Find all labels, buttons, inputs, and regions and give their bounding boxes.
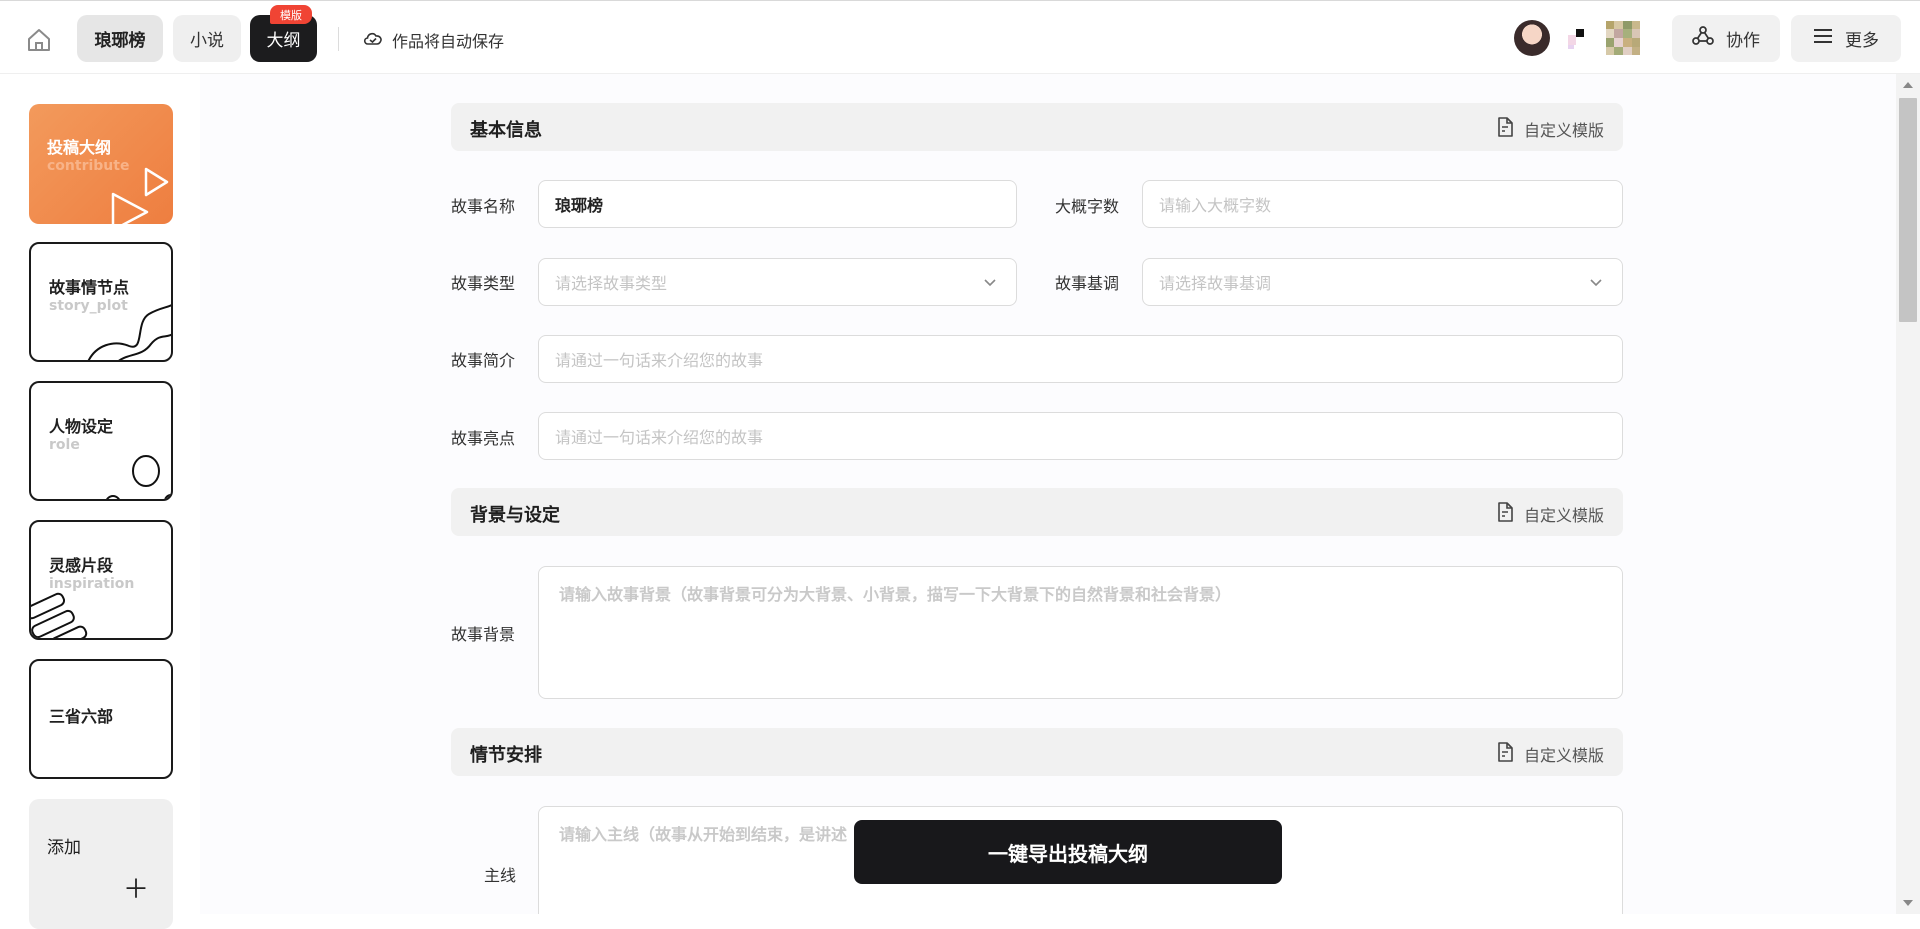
input-placeholder: 请输入大概字数	[1159, 196, 1272, 215]
field-label: 故事类型	[451, 274, 516, 293]
more-label: 更多	[1845, 31, 1879, 51]
sidebar-item-role[interactable]: 人物设定 role	[29, 381, 173, 501]
background-textarea[interactable]: 请输入故事背景（故事背景可分为大背景、小背景，描写一下大背景下的自然背景和社会背…	[538, 566, 1623, 699]
avatar[interactable]	[1606, 21, 1640, 55]
summary-input[interactable]: 请通过一句话来介绍您的故事	[538, 335, 1623, 383]
main-content: 基本信息 自定义模版 故事名称 琅琊榜 大概字数 请输入大概字数 故事类型 请选…	[200, 74, 1896, 914]
select-placeholder: 请选择故事类型	[555, 274, 668, 293]
custom-template-label: 自定义模版	[1523, 746, 1604, 765]
autosave-text: 作品将自动保存	[392, 32, 505, 51]
sidebar-item-inspiration[interactable]: 灵感片段 inspiration	[29, 520, 173, 640]
section-title: 情节安排	[470, 745, 542, 766]
custom-template-button[interactable]: 自定义模版	[1496, 502, 1604, 526]
sidebar-item-label: 三省六部	[49, 707, 114, 726]
field-label: 故事亮点	[451, 429, 516, 448]
field-label: 大概字数	[1055, 197, 1120, 216]
sidebar-item-three-provinces[interactable]: 三省六部	[29, 659, 173, 779]
custom-template-button[interactable]: 自定义模版	[1496, 742, 1604, 766]
chevron-down-icon	[984, 279, 996, 287]
section-header-background: 背景与设定 自定义模版	[451, 488, 1623, 536]
story-tone-select[interactable]: 请选择故事基调	[1142, 258, 1623, 306]
collab-button[interactable]: 协作	[1672, 15, 1780, 62]
scroll-up-arrow-icon[interactable]	[1903, 82, 1913, 88]
tab-story-title[interactable]: 琅琊榜	[77, 15, 163, 62]
input-placeholder: 请通过一句话来介绍您的故事	[555, 351, 764, 370]
story-type-select[interactable]: 请选择故事类型	[538, 258, 1017, 306]
more-button[interactable]: 更多	[1791, 15, 1901, 62]
textarea-placeholder: 请输入主线（故事从开始到结束，是讲述	[559, 825, 848, 844]
collab-label: 协作	[1726, 31, 1760, 51]
document-edit-icon	[1496, 742, 1514, 766]
sidebar-item-story-plot[interactable]: 故事情节点 story_plot	[29, 242, 173, 362]
input-placeholder: 请通过一句话来介绍您的故事	[555, 428, 764, 447]
avatar[interactable]	[1514, 20, 1550, 56]
highlight-input[interactable]: 请通过一句话来介绍您的故事	[538, 412, 1623, 460]
select-placeholder: 请选择故事基调	[1159, 274, 1272, 293]
field-label: 故事基调	[1055, 274, 1120, 293]
word-count-input[interactable]: 请输入大概字数	[1142, 180, 1623, 228]
sidebar-item-sub: story_plot	[49, 298, 128, 314]
field-label: 故事背景	[451, 625, 516, 644]
section-title: 基本信息	[470, 120, 542, 141]
section-header-basic: 基本信息 自定义模版	[451, 103, 1623, 151]
field-label: 主线	[484, 866, 517, 885]
section-title: 背景与设定	[470, 505, 560, 526]
custom-template-label: 自定义模版	[1523, 121, 1604, 140]
document-edit-icon	[1496, 502, 1514, 526]
sidebar-item-label: 投稿大纲	[47, 138, 112, 157]
add-label: 添加	[47, 838, 81, 858]
divider	[338, 27, 339, 51]
sidebar: 投稿大纲 contribute 故事情节点 story_plot 人物设定 ro…	[0, 74, 200, 929]
plus-icon: ＋	[122, 875, 149, 905]
scroll-thumb[interactable]	[1899, 98, 1917, 322]
scrollbar[interactable]	[1896, 74, 1920, 914]
custom-template-button[interactable]: 自定义模版	[1496, 117, 1604, 141]
sidebar-item-label: 故事情节点	[49, 278, 130, 297]
top-bar: 琅琊榜 小说 大纲 模版 作品将自动保存 协作 更多	[0, 0, 1920, 74]
template-badge: 模版	[270, 5, 312, 24]
home-icon[interactable]	[26, 27, 52, 53]
sidebar-item-sub: role	[49, 437, 80, 453]
sidebar-item-contribute[interactable]: 投稿大纲 contribute	[29, 104, 173, 224]
sidebar-add-button[interactable]: 添加 ＋	[29, 799, 173, 929]
document-edit-icon	[1496, 117, 1514, 141]
textarea-placeholder: 请输入故事背景（故事背景可分为大背景、小背景，描写一下大背景下的自然背景和社会背…	[559, 585, 1232, 604]
story-name-input[interactable]: 琅琊榜	[538, 180, 1017, 228]
section-header-plot: 情节安排 自定义模版	[451, 728, 1623, 776]
sidebar-item-label: 人物设定	[49, 417, 114, 436]
avatar[interactable]	[1560, 21, 1594, 55]
chevron-down-icon	[1590, 279, 1602, 287]
menu-icon	[1813, 28, 1833, 49]
field-label: 故事简介	[451, 351, 516, 370]
input-value: 琅琊榜	[555, 196, 604, 215]
autosave-status: 作品将自动保存	[362, 28, 504, 52]
sidebar-item-sub: contribute	[47, 158, 130, 174]
scroll-down-arrow-icon[interactable]	[1903, 900, 1913, 906]
share-network-icon	[1692, 26, 1714, 51]
sidebar-item-sub: inspiration	[49, 576, 135, 592]
sidebar-item-label: 灵感片段	[49, 556, 114, 575]
custom-template-label: 自定义模版	[1523, 506, 1604, 525]
cloud-check-icon	[362, 29, 384, 51]
field-label: 故事名称	[451, 197, 516, 216]
tab-novel[interactable]: 小说	[173, 15, 241, 62]
export-outline-button[interactable]: 一键导出投稿大纲	[854, 820, 1282, 884]
